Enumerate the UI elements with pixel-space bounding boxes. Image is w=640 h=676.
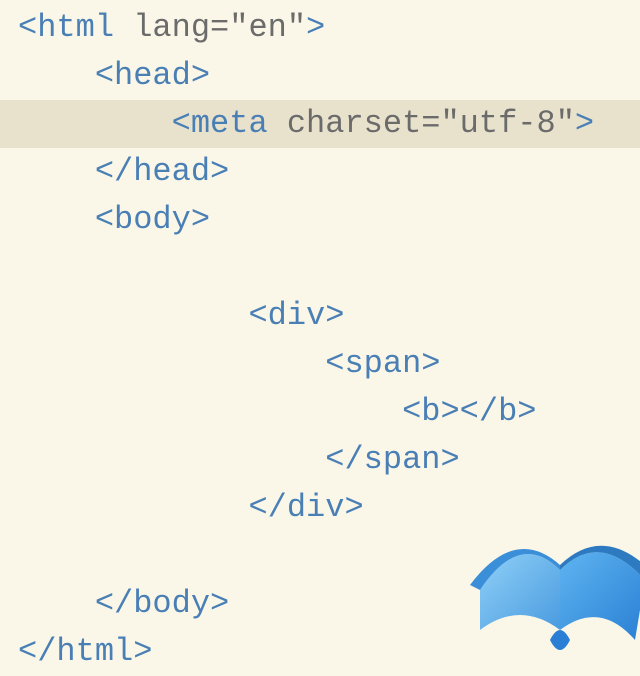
token-angle: > <box>440 393 459 430</box>
token-str: "utf-8" <box>440 105 574 142</box>
token-tag: div <box>287 489 345 526</box>
token-tag: span <box>344 345 421 382</box>
token-angle: > <box>133 633 152 670</box>
token-angle: </ <box>18 633 56 670</box>
token-angle: < <box>18 9 37 46</box>
token-tag: meta <box>191 105 268 142</box>
token-tag: html <box>56 633 133 670</box>
code-line-1: <head> <box>0 52 640 100</box>
token-attr: lang <box>114 9 210 46</box>
token-angle: < <box>402 393 421 430</box>
token-angle: > <box>440 441 459 478</box>
code-line-9: </span> <box>0 436 640 484</box>
code-line-4: <body> <box>0 196 640 244</box>
token-angle: < <box>325 345 344 382</box>
token-angle: > <box>210 585 229 622</box>
token-angle: < <box>95 57 114 94</box>
token-angle: > <box>306 9 325 46</box>
token-eq: = <box>210 9 229 46</box>
token-angle: > <box>191 201 210 238</box>
code-line-3: </head> <box>0 148 640 196</box>
code-line-8: <b></b> <box>0 388 640 436</box>
token-angle: </ <box>95 585 133 622</box>
token-eq: = <box>421 105 440 142</box>
token-tag: div <box>268 297 326 334</box>
token-angle: </ <box>460 393 498 430</box>
token-tag: b <box>498 393 517 430</box>
token-angle: < <box>248 297 267 334</box>
token-tag: body <box>133 585 210 622</box>
code-line-2: <meta charset="utf-8"> <box>0 100 640 148</box>
token-angle: </ <box>325 441 363 478</box>
code-line-0: <html lang="en"> <box>0 4 640 52</box>
token-angle: > <box>575 105 594 142</box>
token-angle: > <box>191 57 210 94</box>
token-tag: body <box>114 201 191 238</box>
code-line-7: <span> <box>0 340 640 388</box>
token-angle: < <box>95 201 114 238</box>
token-angle: < <box>172 105 191 142</box>
code-line-5 <box>0 244 640 292</box>
token-tag: html <box>37 9 114 46</box>
token-angle: > <box>517 393 536 430</box>
token-attr: charset <box>268 105 422 142</box>
token-angle: </ <box>248 489 286 526</box>
token-tag: span <box>364 441 441 478</box>
token-angle: > <box>344 489 363 526</box>
code-line-6: <div> <box>0 292 640 340</box>
token-tag: b <box>421 393 440 430</box>
token-angle: > <box>325 297 344 334</box>
book-icon <box>460 510 640 660</box>
token-angle: </ <box>95 153 133 190</box>
token-tag: head <box>133 153 210 190</box>
token-tag: head <box>114 57 191 94</box>
token-angle: > <box>421 345 440 382</box>
token-str: "en" <box>229 9 306 46</box>
token-angle: > <box>210 153 229 190</box>
